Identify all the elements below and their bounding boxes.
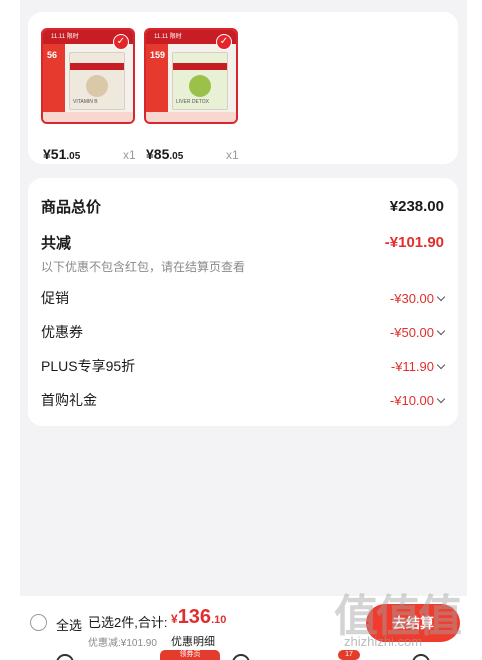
total-discount-label: 共减 (41, 235, 72, 252)
product-item[interactable]: 11.11 限时 56 VITAMIN B ✓ ¥51.05 x1 (41, 28, 137, 162)
discover-icon[interactable] (232, 654, 250, 660)
total-discount-row: 共减 -¥101.90 (41, 232, 444, 253)
select-all-radio[interactable] (30, 614, 47, 631)
discount-value: -¥30.00 (390, 291, 446, 306)
total-discount-value: -¥101.90 (384, 234, 444, 251)
product-box: VITAMIN B (69, 52, 125, 110)
selected-check-icon[interactable]: ✓ (216, 34, 232, 50)
chevron-down-icon (436, 292, 446, 301)
price-summary-card: 商品总价 ¥238.00 共减 -¥101.90 以下优惠不包含红包，请在结算页… (28, 178, 458, 426)
checkout-button[interactable]: 去结算 (366, 604, 460, 642)
product-badge-price: 159 (150, 50, 166, 60)
product-quantity: x1 (123, 148, 136, 162)
total-amount: ¥136.10 (171, 606, 227, 628)
product-price: ¥51.05 (43, 146, 81, 162)
discount-summary: 优惠减:¥101.90 (88, 638, 157, 649)
discount-value: -¥10.00 (390, 393, 446, 408)
product-image[interactable]: 11.11 限时 56 VITAMIN B ✓ (41, 28, 135, 124)
discount-row-coupon[interactable]: 优惠券 -¥50.00 (41, 322, 446, 342)
selected-count-text: 已选2件,合计: (88, 615, 168, 630)
total-price-row: 商品总价 ¥238.00 (41, 196, 444, 217)
discount-label: 促销 (41, 290, 69, 306)
chevron-down-icon (436, 326, 446, 335)
bottom-tab-bar: 领券页 17 (20, 650, 467, 660)
discount-row-first-purchase[interactable]: 首购礼金 -¥10.00 (41, 390, 446, 410)
total-price-value: ¥238.00 (389, 198, 444, 215)
discount-label: PLUS专享95折 (41, 358, 136, 374)
discount-row-plus[interactable]: PLUS专享95折 -¥11.90 (41, 356, 446, 376)
product-badge-price: 56 (47, 50, 58, 60)
selected-check-icon[interactable]: ✓ (113, 34, 129, 50)
product-quantity: x1 (226, 148, 239, 162)
discount-label: 首购礼金 (41, 392, 97, 408)
discount-detail-link[interactable]: 优惠明细 (171, 633, 215, 649)
cart-badge[interactable]: 17 (338, 650, 360, 660)
chevron-down-icon (436, 394, 446, 403)
discount-value: -¥50.00 (390, 325, 446, 340)
cart-page: 11.11 限时 56 VITAMIN B ✓ ¥51.05 x1 11.11 … (20, 0, 467, 660)
profile-icon[interactable] (412, 654, 430, 660)
home-icon[interactable] (56, 654, 74, 660)
selected-products-card: 11.11 限时 56 VITAMIN B ✓ ¥51.05 x1 11.11 … (28, 12, 458, 164)
chevron-down-icon (436, 360, 446, 369)
tab-coupon[interactable]: 领券页 (160, 650, 220, 660)
product-image[interactable]: 11.11 限时 159 LIVER DETOX ✓ (144, 28, 238, 124)
discount-value: -¥11.90 (391, 359, 446, 374)
product-box: LIVER DETOX (172, 52, 228, 110)
product-price: ¥85.05 (146, 146, 184, 162)
discount-note: 以下优惠不包含红包，请在结算页查看 (41, 260, 246, 274)
select-all-label[interactable]: 全选 (56, 615, 82, 634)
total-price-label: 商品总价 (41, 199, 102, 216)
discount-label: 优惠券 (41, 324, 83, 340)
product-item[interactable]: 11.11 限时 159 LIVER DETOX ✓ ¥85.05 x1 (144, 28, 240, 162)
discount-row-promotion[interactable]: 促销 -¥30.00 (41, 288, 446, 308)
